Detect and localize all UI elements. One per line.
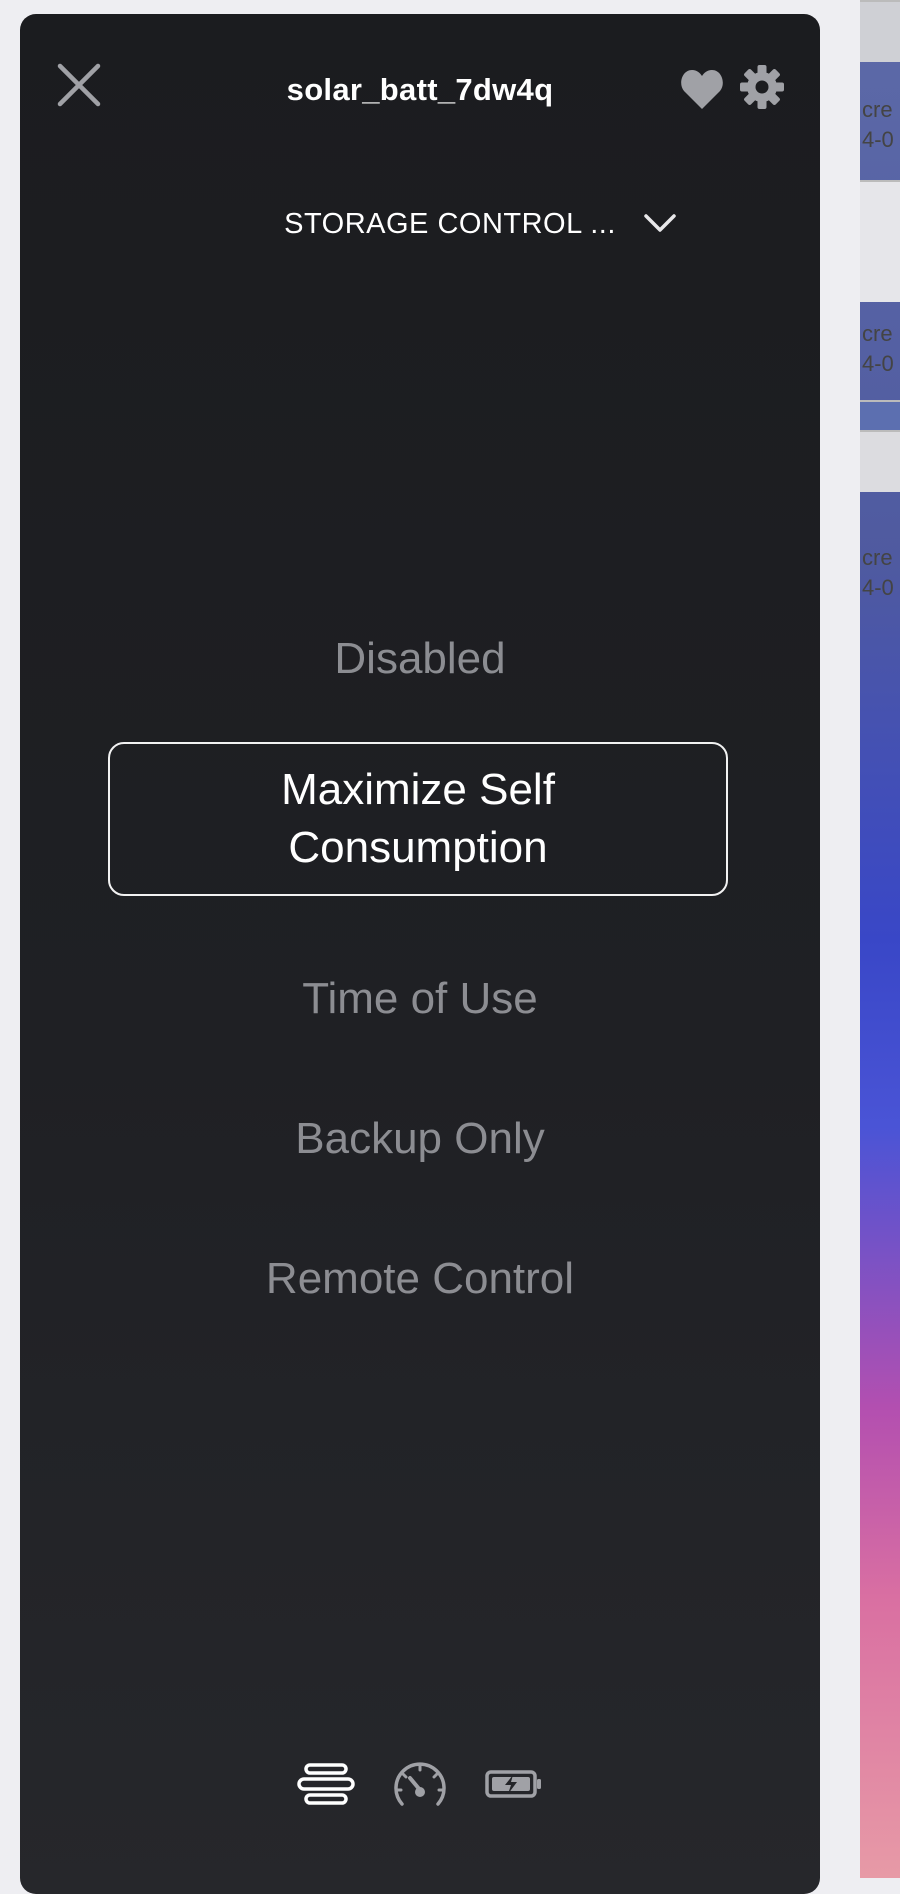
background-label: cre (862, 321, 893, 346)
chevron-down-icon (644, 214, 676, 232)
background-label: 4-0 (862, 127, 894, 152)
background-label: 4-0 (862, 351, 894, 376)
settings-button[interactable] (739, 64, 785, 110)
background-thumbnail (860, 0, 900, 62)
nav-list-button[interactable] (296, 1754, 356, 1814)
background-label: 4-0 (862, 575, 894, 600)
background-thumbnail (860, 180, 900, 302)
favorite-button[interactable] (679, 67, 725, 111)
nav-battery-button[interactable] (484, 1754, 544, 1814)
list-icon (297, 1763, 355, 1805)
background-desktop: cre 4-0 cre 4-0 cre 4-0 (860, 0, 900, 1878)
option-remote-control[interactable]: Remote Control (20, 1254, 820, 1304)
background-label: cre (862, 97, 893, 122)
gauge-icon (394, 1762, 446, 1806)
gear-icon (740, 65, 784, 109)
background-thumbnail (860, 430, 900, 492)
option-backup-only[interactable]: Backup Only (20, 1114, 820, 1164)
nav-gauge-button[interactable] (390, 1754, 450, 1814)
background-label: cre (862, 545, 893, 570)
option-time-of-use[interactable]: Time of Use (20, 974, 820, 1024)
mode-dropdown[interactable]: STORAGE CONTROL ... (220, 194, 680, 254)
heart-icon (681, 70, 723, 109)
option-disabled[interactable]: Disabled (20, 634, 820, 684)
mode-dropdown-label: STORAGE CONTROL ... (284, 207, 616, 240)
bottom-nav (20, 1754, 820, 1814)
battery-charging-icon (485, 1770, 541, 1798)
option-maximize-self-consumption[interactable]: Maximize Self Consumption (108, 742, 728, 896)
storage-control-panel: solar_batt_7dw4q STORAGE CONTROL ... Dis… (20, 14, 820, 1894)
